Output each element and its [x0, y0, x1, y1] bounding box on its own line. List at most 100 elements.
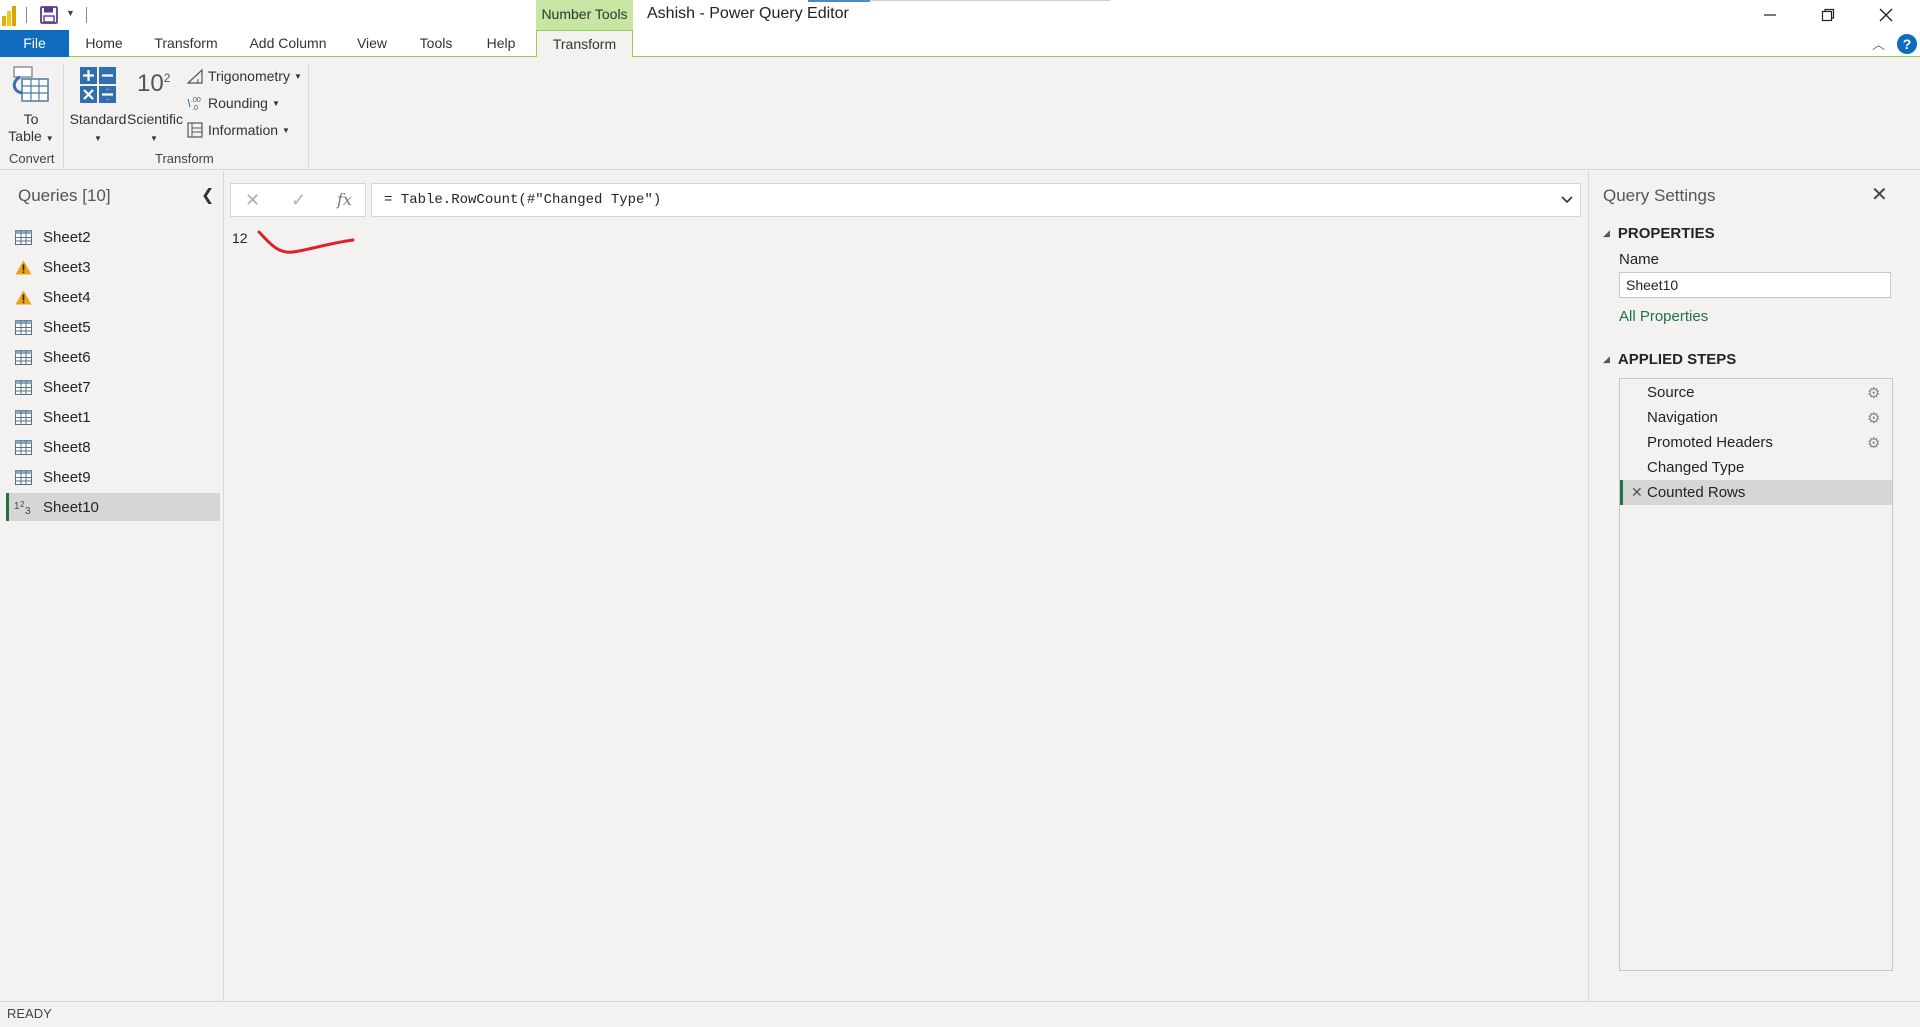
tab-home[interactable]: Home [78, 30, 130, 57]
table-icon [14, 229, 33, 245]
query-item-label: Sheet8 [43, 438, 91, 456]
step-label: Source [1647, 384, 1695, 401]
collapse-triangle-icon: ◢ [1603, 228, 1610, 238]
applied-steps-section[interactable]: ◢ APPLIED STEPS [1603, 351, 1736, 368]
close-settings-icon[interactable]: ✕ [1871, 182, 1888, 207]
tab-tools[interactable]: Tools [411, 30, 461, 57]
fx-icon[interactable]: fx [337, 190, 352, 209]
rounding-icon: .00.0 [186, 94, 204, 112]
query-item-sheet7[interactable]: Sheet7 [6, 373, 220, 401]
group-separator [308, 64, 309, 167]
collapse-triangle-icon: ◢ [1603, 354, 1610, 364]
applied-steps-header: APPLIED STEPS [1617, 351, 1737, 368]
svg-text:3: 3 [25, 506, 31, 515]
warning-icon [14, 289, 33, 305]
query-item-sheet10[interactable]: 1 2 3 Sheet10 [6, 493, 220, 521]
dropdown-caret-icon: ▼ [282, 125, 290, 135]
close-icon [1879, 8, 1893, 22]
to-table-button[interactable]: To Table ▼ [6, 62, 56, 147]
restore-button[interactable] [1799, 0, 1857, 30]
applied-step-source[interactable]: Source ⚙ [1620, 380, 1892, 405]
svg-text:.0: .0 [192, 105, 198, 111]
scientific-button[interactable]: 102 Scientific ▼ [127, 62, 183, 147]
query-item-sheet1[interactable]: Sheet1 [6, 403, 220, 431]
gear-icon[interactable]: ⚙ [1867, 434, 1880, 452]
quick-access-dropdown-icon[interactable]: ▼ [66, 8, 75, 18]
collapse-queries-icon[interactable]: ❮ [201, 185, 214, 205]
query-item-label: Sheet4 [43, 288, 91, 306]
applied-step-changed-type[interactable]: Changed Type [1620, 455, 1892, 480]
query-item-label: Sheet1 [43, 408, 91, 426]
tab-transform[interactable]: Transform [148, 30, 224, 57]
trigonometry-label: Trigonometry [208, 68, 290, 84]
query-item-sheet4[interactable]: Sheet4 [6, 283, 220, 311]
information-button[interactable]: Information ▼ [186, 120, 290, 140]
dropdown-caret-icon: ▼ [45, 134, 54, 143]
toolbar-separator [86, 7, 87, 23]
ribbon-tabs: File Home Transform Add Column View Tool… [0, 30, 1920, 58]
applied-step-navigation[interactable]: Navigation ⚙ [1620, 405, 1892, 430]
formula-buttons: ✕ ✓ fx [230, 183, 366, 217]
collapse-ribbon-icon[interactable]: ︿ [1872, 34, 1885, 53]
trigonometry-icon [186, 67, 204, 85]
query-item-sheet9[interactable]: Sheet9 [6, 463, 220, 491]
dropdown-caret-icon: ▼ [94, 134, 102, 143]
applied-step-promoted-headers[interactable]: Promoted Headers ⚙ [1620, 430, 1892, 455]
step-label: Navigation [1647, 409, 1718, 426]
formula-bar[interactable]: = Table.RowCount(#"Changed Type") [371, 183, 1581, 217]
title-accent-line [808, 0, 870, 2]
all-properties-link[interactable]: All Properties [1619, 308, 1708, 325]
gear-icon[interactable]: ⚙ [1867, 384, 1880, 402]
information-icon [186, 121, 204, 139]
gear-icon[interactable]: ⚙ [1867, 409, 1880, 427]
number-123-icon: 123 [14, 499, 33, 515]
scientific-icon: 102 [137, 70, 170, 98]
red-annotation-mark-icon [257, 230, 355, 254]
power-bi-logo-icon [2, 6, 16, 26]
query-name-input[interactable] [1619, 272, 1891, 298]
delete-step-icon[interactable]: ✕ [1631, 484, 1643, 501]
query-item-label: Sheet9 [43, 468, 91, 486]
tab-number-tools-transform[interactable]: Transform [536, 30, 633, 58]
to-table-label-line1: To [23, 111, 39, 127]
query-item-sheet5[interactable]: Sheet5 [6, 313, 220, 341]
name-label: Name [1619, 251, 1660, 268]
dropdown-caret-icon: ▼ [271, 98, 280, 108]
rounding-label: Rounding [208, 95, 268, 111]
data-preview [225, 220, 1587, 1001]
query-item-sheet6[interactable]: Sheet6 [6, 343, 220, 371]
standard-button[interactable]: Standard ▼ [69, 62, 127, 147]
query-item-sheet2[interactable]: Sheet2 [6, 223, 220, 251]
close-button[interactable] [1857, 0, 1915, 30]
properties-section[interactable]: ◢ PROPERTIES [1603, 225, 1715, 242]
step-label: Changed Type [1647, 459, 1745, 476]
window-title: Ashish - Power Query Editor [647, 5, 849, 22]
step-label: Counted Rows [1647, 484, 1746, 501]
svg-text:.00: .00 [191, 97, 201, 104]
query-item-sheet8[interactable]: Sheet8 [6, 433, 220, 461]
tab-file[interactable]: File [0, 30, 69, 57]
cancel-formula-icon[interactable]: ✕ [245, 190, 260, 211]
tab-add-column[interactable]: Add Column [243, 30, 333, 57]
tab-help[interactable]: Help [479, 30, 523, 57]
commit-formula-icon[interactable]: ✓ [291, 190, 306, 211]
group-label-transform: Transform [155, 151, 214, 166]
to-table-label-text: Table [8, 128, 42, 144]
status-text: READY [7, 1006, 52, 1021]
query-item-sheet3[interactable]: Sheet3 [6, 253, 220, 281]
dropdown-caret-icon: ▼ [293, 71, 302, 81]
minimize-button[interactable] [1741, 0, 1799, 30]
step-label: Promoted Headers [1647, 434, 1773, 451]
applied-steps-list: Source ⚙ Navigation ⚙ Promoted Headers ⚙ Chang… [1619, 378, 1893, 971]
properties-header: PROPERTIES [1617, 225, 1715, 242]
save-icon[interactable] [40, 6, 58, 24]
table-icon [14, 379, 33, 395]
rounding-button[interactable]: .00.0 Rounding ▼ [186, 93, 280, 113]
applied-step-counted-rows[interactable]: ✕ Counted Rows [1620, 480, 1892, 505]
restore-icon [1821, 8, 1835, 22]
title-accent-line [870, 0, 1110, 1]
tab-view[interactable]: View [352, 30, 392, 57]
trigonometry-button[interactable]: Trigonometry ▼ [186, 66, 302, 86]
queries-title: Queries [10] [18, 186, 111, 205]
help-icon[interactable]: ? [1897, 34, 1917, 54]
